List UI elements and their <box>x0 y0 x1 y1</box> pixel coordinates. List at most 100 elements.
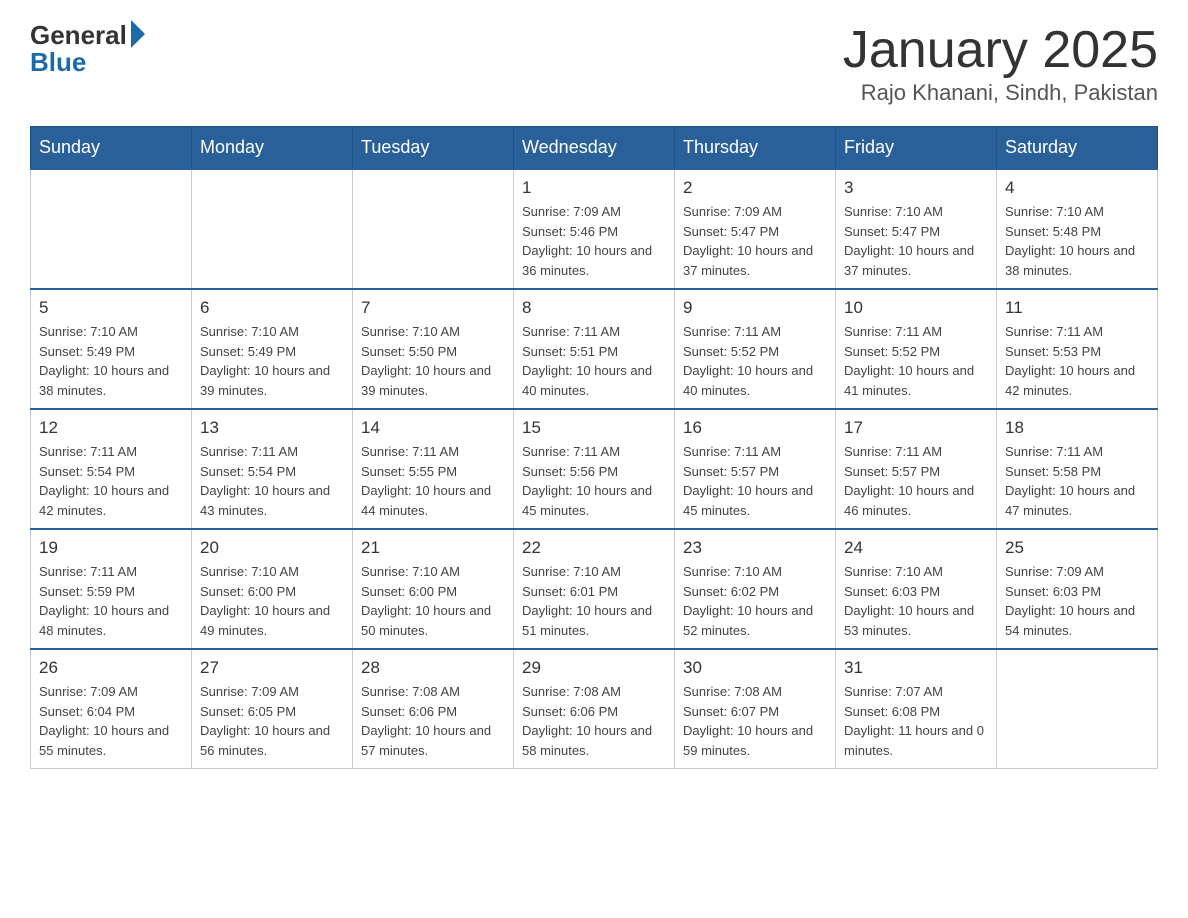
day-number: 16 <box>683 418 827 438</box>
day-info: Sunrise: 7:11 AM Sunset: 5:55 PM Dayligh… <box>361 442 505 520</box>
day-number: 1 <box>522 178 666 198</box>
day-number: 12 <box>39 418 183 438</box>
day-info: Sunrise: 7:09 AM Sunset: 6:05 PM Dayligh… <box>200 682 344 760</box>
day-info: Sunrise: 7:10 AM Sunset: 6:00 PM Dayligh… <box>361 562 505 640</box>
logo-triangle-icon <box>131 20 145 48</box>
calendar-cell: 2Sunrise: 7:09 AM Sunset: 5:47 PM Daylig… <box>675 169 836 289</box>
calendar-cell <box>31 169 192 289</box>
week-row-2: 5 Sunrise: 7:10 AM Sunset: 5:49 PM Daylig… <box>31 289 1158 409</box>
day-number: 7 <box>361 298 505 318</box>
day-info: Sunrise: 7:11 AM Sunset: 5:53 PM Dayligh… <box>1005 322 1149 400</box>
day-number: 25 <box>1005 538 1149 558</box>
calendar-cell: 25 Sunrise: 7:09 AM Sunset: 6:03 PM Dayli… <box>997 529 1158 649</box>
day-info: Sunrise: 7:11 AM Sunset: 5:52 PM Dayligh… <box>844 322 988 400</box>
day-number: 22 <box>522 538 666 558</box>
day-number: 4 <box>1005 178 1149 198</box>
day-number: 9 <box>683 298 827 318</box>
day-info: Sunrise: 7:10 AM Sunset: 5:48 PM Dayligh… <box>1005 202 1149 280</box>
day-number: 10 <box>844 298 988 318</box>
calendar-cell <box>353 169 514 289</box>
week-row-3: 12Sunrise: 7:11 AM Sunset: 5:54 PM Dayli… <box>31 409 1158 529</box>
location-subtitle: Rajo Khanani, Sindh, Pakistan <box>843 80 1158 106</box>
day-number: 2 <box>683 178 827 198</box>
day-info: Sunrise: 7:08 AM Sunset: 6:06 PM Dayligh… <box>361 682 505 760</box>
day-info: Sunrise: 7:10 AM Sunset: 6:02 PM Dayligh… <box>683 562 827 640</box>
day-number: 18 <box>1005 418 1149 438</box>
day-info: Sunrise: 7:11 AM Sunset: 5:51 PM Dayligh… <box>522 322 666 400</box>
day-info: Sunrise: 7:10 AM Sunset: 5:49 PM Dayligh… <box>200 322 344 400</box>
weekday-header-friday: Friday <box>836 127 997 170</box>
week-row-5: 26 Sunrise: 7:09 AM Sunset: 6:04 PM Dayli… <box>31 649 1158 769</box>
calendar-cell: 12Sunrise: 7:11 AM Sunset: 5:54 PM Dayli… <box>31 409 192 529</box>
logo: General Blue <box>30 20 145 78</box>
day-info: Sunrise: 7:09 AM Sunset: 6:03 PM Dayligh… <box>1005 562 1149 640</box>
day-info: Sunrise: 7:10 AM Sunset: 5:47 PM Dayligh… <box>844 202 988 280</box>
day-number: 27 <box>200 658 344 678</box>
day-number: 6 <box>200 298 344 318</box>
day-info: Sunrise: 7:10 AM Sunset: 5:50 PM Dayligh… <box>361 322 505 400</box>
weekday-header-monday: Monday <box>192 127 353 170</box>
calendar-cell: 18 Sunrise: 7:11 AM Sunset: 5:58 PM Dayli… <box>997 409 1158 529</box>
day-number: 14 <box>361 418 505 438</box>
calendar-table: SundayMondayTuesdayWednesdayThursdayFrid… <box>30 126 1158 769</box>
weekday-header-saturday: Saturday <box>997 127 1158 170</box>
day-number: 23 <box>683 538 827 558</box>
day-info: Sunrise: 7:10 AM Sunset: 6:01 PM Dayligh… <box>522 562 666 640</box>
calendar-cell: 11Sunrise: 7:11 AM Sunset: 5:53 PM Dayli… <box>997 289 1158 409</box>
month-title: January 2025 <box>843 20 1158 80</box>
day-number: 31 <box>844 658 988 678</box>
calendar-cell: 8 Sunrise: 7:11 AM Sunset: 5:51 PM Daylig… <box>514 289 675 409</box>
calendar-cell: 16Sunrise: 7:11 AM Sunset: 5:57 PM Dayli… <box>675 409 836 529</box>
calendar-cell: 30 Sunrise: 7:08 AM Sunset: 6:07 PM Dayli… <box>675 649 836 769</box>
title-section: January 2025 Rajo Khanani, Sindh, Pakist… <box>843 20 1158 106</box>
calendar-cell: 15Sunrise: 7:11 AM Sunset: 5:56 PM Dayli… <box>514 409 675 529</box>
day-number: 24 <box>844 538 988 558</box>
logo-blue-text: Blue <box>30 47 86 78</box>
calendar-cell: 29Sunrise: 7:08 AM Sunset: 6:06 PM Dayli… <box>514 649 675 769</box>
day-number: 17 <box>844 418 988 438</box>
calendar-cell: 6 Sunrise: 7:10 AM Sunset: 5:49 PM Daylig… <box>192 289 353 409</box>
calendar-cell: 27 Sunrise: 7:09 AM Sunset: 6:05 PM Dayli… <box>192 649 353 769</box>
calendar-cell: 4 Sunrise: 7:10 AM Sunset: 5:48 PM Daylig… <box>997 169 1158 289</box>
weekday-header-tuesday: Tuesday <box>353 127 514 170</box>
day-number: 13 <box>200 418 344 438</box>
day-number: 30 <box>683 658 827 678</box>
page-header: General Blue January 2025 Rajo Khanani, … <box>30 20 1158 106</box>
calendar-cell: 1Sunrise: 7:09 AM Sunset: 5:46 PM Daylig… <box>514 169 675 289</box>
day-info: Sunrise: 7:11 AM Sunset: 5:57 PM Dayligh… <box>844 442 988 520</box>
calendar-cell: 7 Sunrise: 7:10 AM Sunset: 5:50 PM Daylig… <box>353 289 514 409</box>
day-number: 20 <box>200 538 344 558</box>
day-info: Sunrise: 7:07 AM Sunset: 6:08 PM Dayligh… <box>844 682 988 760</box>
calendar-cell: 20 Sunrise: 7:10 AM Sunset: 6:00 PM Dayli… <box>192 529 353 649</box>
day-number: 19 <box>39 538 183 558</box>
day-number: 26 <box>39 658 183 678</box>
calendar-body: 1Sunrise: 7:09 AM Sunset: 5:46 PM Daylig… <box>31 169 1158 769</box>
day-info: Sunrise: 7:10 AM Sunset: 6:00 PM Dayligh… <box>200 562 344 640</box>
calendar-cell: 26 Sunrise: 7:09 AM Sunset: 6:04 PM Dayli… <box>31 649 192 769</box>
calendar-cell: 23 Sunrise: 7:10 AM Sunset: 6:02 PM Dayli… <box>675 529 836 649</box>
calendar-cell <box>997 649 1158 769</box>
day-info: Sunrise: 7:11 AM Sunset: 5:52 PM Dayligh… <box>683 322 827 400</box>
weekday-header-wednesday: Wednesday <box>514 127 675 170</box>
calendar-cell: 10 Sunrise: 7:11 AM Sunset: 5:52 PM Dayli… <box>836 289 997 409</box>
weekday-header-thursday: Thursday <box>675 127 836 170</box>
day-number: 15 <box>522 418 666 438</box>
day-info: Sunrise: 7:10 AM Sunset: 5:49 PM Dayligh… <box>39 322 183 400</box>
calendar-cell: 24Sunrise: 7:10 AM Sunset: 6:03 PM Dayli… <box>836 529 997 649</box>
week-row-1: 1Sunrise: 7:09 AM Sunset: 5:46 PM Daylig… <box>31 169 1158 289</box>
day-info: Sunrise: 7:08 AM Sunset: 6:07 PM Dayligh… <box>683 682 827 760</box>
day-number: 21 <box>361 538 505 558</box>
calendar-cell: 3Sunrise: 7:10 AM Sunset: 5:47 PM Daylig… <box>836 169 997 289</box>
day-number: 28 <box>361 658 505 678</box>
day-number: 29 <box>522 658 666 678</box>
day-number: 8 <box>522 298 666 318</box>
calendar-cell <box>192 169 353 289</box>
calendar-cell: 19Sunrise: 7:11 AM Sunset: 5:59 PM Dayli… <box>31 529 192 649</box>
day-info: Sunrise: 7:09 AM Sunset: 6:04 PM Dayligh… <box>39 682 183 760</box>
day-number: 5 <box>39 298 183 318</box>
day-info: Sunrise: 7:11 AM Sunset: 5:58 PM Dayligh… <box>1005 442 1149 520</box>
calendar-cell: 22 Sunrise: 7:10 AM Sunset: 6:01 PM Dayli… <box>514 529 675 649</box>
week-row-4: 19Sunrise: 7:11 AM Sunset: 5:59 PM Dayli… <box>31 529 1158 649</box>
calendar-cell: 13Sunrise: 7:11 AM Sunset: 5:54 PM Dayli… <box>192 409 353 529</box>
calendar-cell: 28 Sunrise: 7:08 AM Sunset: 6:06 PM Dayli… <box>353 649 514 769</box>
